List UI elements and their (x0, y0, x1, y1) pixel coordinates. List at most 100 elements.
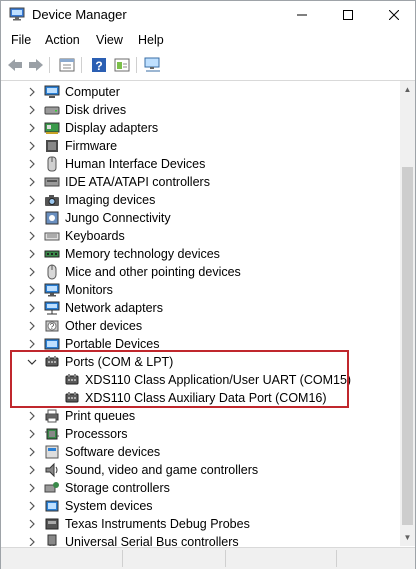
status-cell (226, 550, 337, 567)
vertical-scrollbar[interactable]: ▲ ▼ (400, 81, 415, 546)
chevron-right-icon[interactable] (27, 428, 37, 440)
tree-category[interactable]: Network adapters (1, 299, 400, 317)
scroll-down-button[interactable]: ▼ (400, 529, 415, 546)
tree-category[interactable]: Universal Serial Bus controllers (1, 533, 400, 546)
chevron-right-icon[interactable] (27, 302, 37, 314)
tree-category[interactable]: Software devices (1, 443, 400, 461)
tree-item-label: Computer (65, 85, 120, 99)
tree-item-label: Network adapters (65, 301, 163, 315)
keyboard-icon (44, 228, 60, 244)
chevron-right-icon[interactable] (27, 248, 37, 260)
chevron-right-icon[interactable] (27, 230, 37, 242)
tree-category[interactable]: Print queues (1, 407, 400, 425)
system-device-icon (44, 498, 60, 514)
tree-category[interactable]: Storage controllers (1, 479, 400, 497)
tree-category[interactable]: Ports (COM & LPT) (1, 353, 400, 371)
close-button[interactable] (371, 1, 416, 29)
tree-category[interactable]: Mice and other pointing devices (1, 263, 400, 281)
chevron-right-icon[interactable] (27, 500, 37, 512)
processor-icon (44, 426, 60, 442)
tree-item-label: Other devices (65, 319, 143, 333)
device-manager-app-icon (9, 7, 25, 21)
tree-device[interactable]: XDS110 Class Auxiliary Data Port (COM16) (1, 389, 400, 407)
tree-category[interactable]: Firmware (1, 137, 400, 155)
chevron-right-icon[interactable] (27, 86, 37, 98)
tree-category[interactable]: Monitors (1, 281, 400, 299)
chevron-right-icon[interactable] (27, 140, 37, 152)
chevron-right-icon[interactable] (27, 536, 37, 546)
tree-device[interactable]: XDS110 Class Application/User UART (COM1… (1, 371, 400, 389)
menu-action[interactable]: Action (45, 33, 80, 47)
toolbar-separator (49, 57, 50, 73)
tree-category[interactable]: Display adapters (1, 119, 400, 137)
chevron-right-icon[interactable] (27, 212, 37, 224)
chevron-right-icon[interactable] (27, 176, 37, 188)
scroll-up-arrow-icon: ▲ (403, 85, 412, 94)
chevron-right-icon[interactable] (27, 518, 37, 530)
chevron-right-icon[interactable] (27, 338, 37, 350)
tree-category[interactable]: System devices (1, 497, 400, 515)
disk-drive-icon (44, 102, 60, 118)
scan-hardware-button[interactable] (143, 56, 163, 74)
menu-view[interactable]: View (96, 33, 123, 47)
tree-category[interactable]: Computer (1, 83, 400, 101)
scroll-down-arrow-icon: ▼ (403, 533, 412, 542)
tree-item-label: Keyboards (65, 229, 125, 243)
tree-category[interactable]: Disk drives (1, 101, 400, 119)
back-arrow-icon (8, 59, 22, 71)
mouse-icon (44, 264, 60, 280)
show-hidden-button[interactable] (112, 56, 132, 74)
chevron-right-icon[interactable] (27, 194, 37, 206)
tree-category[interactable]: IDE ATA/ATAPI controllers (1, 173, 400, 191)
help-icon: ? (92, 58, 106, 73)
scrollbar-thumb[interactable] (402, 167, 413, 525)
minimize-icon (297, 14, 307, 16)
chevron-down-icon[interactable] (27, 356, 37, 368)
chevron-right-icon[interactable] (27, 482, 37, 494)
menu-file[interactable]: File (11, 33, 31, 47)
chevron-right-icon[interactable] (27, 158, 37, 170)
tree-category[interactable]: Texas Instruments Debug Probes (1, 515, 400, 533)
device-tree[interactable]: Computer Disk drives Display adapters Firmw… (1, 81, 400, 546)
show-hidden-icon (114, 58, 130, 72)
forward-button[interactable] (26, 56, 46, 74)
tree-item-label: System devices (65, 499, 153, 513)
title-bar[interactable]: Device Manager (1, 1, 415, 29)
tree-category[interactable]: Human Interface Devices (1, 155, 400, 173)
tree-item-label: Software devices (65, 445, 161, 459)
tree-category[interactable]: ? Other devices (1, 317, 400, 335)
tree-category[interactable]: Sound, video and game controllers (1, 461, 400, 479)
tree-category[interactable]: Portable Devices (1, 335, 400, 353)
tree-category[interactable]: Keyboards (1, 227, 400, 245)
chevron-right-icon[interactable] (27, 320, 37, 332)
chevron-right-icon[interactable] (27, 464, 37, 476)
help-button[interactable]: ? (89, 56, 109, 74)
chevron-right-icon[interactable] (27, 266, 37, 278)
menu-help[interactable]: Help (138, 33, 164, 47)
minimize-button[interactable] (279, 1, 325, 29)
chevron-right-icon[interactable] (27, 410, 37, 422)
chevron-right-icon[interactable] (27, 284, 37, 296)
tree-category[interactable]: Jungo Connectivity (1, 209, 400, 227)
storage-controller-icon (44, 480, 60, 496)
firmware-icon (44, 138, 60, 154)
camera-icon (44, 192, 60, 208)
tree-item-label: Human Interface Devices (65, 157, 206, 171)
back-button[interactable] (5, 56, 25, 74)
tree-category[interactable]: Imaging devices (1, 191, 400, 209)
monitor-icon (44, 282, 60, 298)
tree-category[interactable]: Memory technology devices (1, 245, 400, 263)
chevron-right-icon[interactable] (27, 446, 37, 458)
printer-icon (44, 408, 60, 424)
tree-item-label: Print queues (65, 409, 136, 423)
scroll-up-button[interactable]: ▲ (400, 81, 415, 98)
chevron-right-icon[interactable] (27, 104, 37, 116)
maximize-button[interactable] (325, 1, 371, 29)
tree-item-label: XDS110 Class Auxiliary Data Port (COM16) (85, 391, 327, 405)
tree-category[interactable]: Processors (1, 425, 400, 443)
svg-text:?: ? (95, 59, 102, 73)
menu-bar: File Action View Help (1, 29, 415, 51)
maximize-icon (343, 10, 353, 20)
properties-button[interactable] (57, 56, 77, 74)
chevron-right-icon[interactable] (27, 122, 37, 134)
